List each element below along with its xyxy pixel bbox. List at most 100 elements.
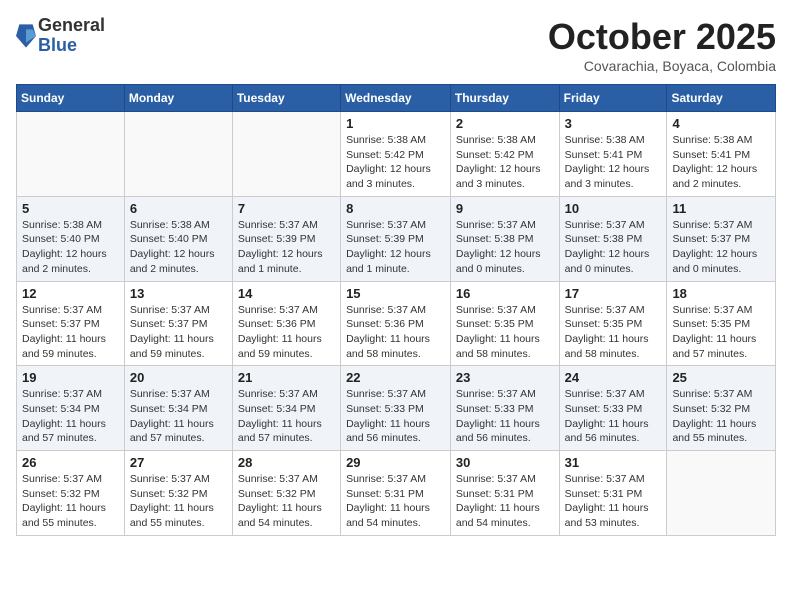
day-number: 9 — [456, 201, 554, 216]
logo: General Blue — [16, 16, 105, 56]
weekday-friday: Friday — [559, 85, 667, 112]
logo-icon — [16, 22, 36, 50]
calendar-cell: 3 Sunrise: 5:38 AM Sunset: 5:41 PM Daylig… — [559, 112, 667, 197]
day-number: 1 — [346, 116, 445, 131]
day-number: 17 — [565, 286, 662, 301]
calendar-cell: 7Sunrise: 5:37 AM Sunset: 5:39 PM Daylig… — [232, 196, 340, 281]
calendar-cell: 16 Sunrise: 5:37 AM Sunset: 5:35 PM Dayli… — [450, 281, 559, 366]
day-info: Sunrise: 5:38 AM Sunset: 5:42 PM Dayligh… — [456, 133, 554, 192]
calendar-cell: 11 Sunrise: 5:37 AM Sunset: 5:37 PM Dayli… — [667, 196, 776, 281]
calendar-cell: 21 Sunrise: 5:37 AM Sunset: 5:34 PM Dayli… — [232, 366, 340, 451]
day-number: 28 — [238, 455, 335, 470]
day-info: Sunrise: 5:37 AM Sunset: 5:32 PM Dayligh… — [130, 472, 227, 531]
day-info: Sunrise: 5:37 AM Sunset: 5:36 PM Dayligh… — [238, 303, 335, 362]
day-info: Sunrise: 5:37 AM Sunset: 5:33 PM Dayligh… — [346, 387, 445, 446]
month-title: October 2025 — [548, 16, 776, 58]
calendar-cell: 25 Sunrise: 5:37 AM Sunset: 5:32 PM Dayli… — [667, 366, 776, 451]
calendar-cell: 15 Sunrise: 5:37 AM Sunset: 5:36 PM Dayli… — [341, 281, 451, 366]
weekday-saturday: Saturday — [667, 85, 776, 112]
page-header: General Blue October 2025 Covarachia, Bo… — [16, 16, 776, 74]
calendar-cell: 31 Sunrise: 5:37 AM Sunset: 5:31 PM Dayli… — [559, 451, 667, 536]
day-number: 13 — [130, 286, 227, 301]
day-number: 2 — [456, 116, 554, 131]
day-info: Sunrise: 5:37 AM Sunset: 5:32 PM Dayligh… — [672, 387, 770, 446]
weekday-header-row: SundayMondayTuesdayWednesdayThursdayFrid… — [17, 85, 776, 112]
day-info: Sunrise: 5:37 AM Sunset: 5:31 PM Dayligh… — [456, 472, 554, 531]
day-number: 14 — [238, 286, 335, 301]
day-number: 22 — [346, 370, 445, 385]
weekday-thursday: Thursday — [450, 85, 559, 112]
calendar-cell: 26Sunrise: 5:37 AM Sunset: 5:32 PM Dayli… — [17, 451, 125, 536]
weekday-wednesday: Wednesday — [341, 85, 451, 112]
day-number: 26 — [22, 455, 119, 470]
day-number: 11 — [672, 201, 770, 216]
day-info: Sunrise: 5:38 AM Sunset: 5:41 PM Dayligh… — [672, 133, 770, 192]
calendar-cell — [232, 112, 340, 197]
day-number: 18 — [672, 286, 770, 301]
day-number: 20 — [130, 370, 227, 385]
calendar-cell: 12 Sunrise: 5:37 AM Sunset: 5:37 PM Dayli… — [17, 281, 125, 366]
day-number: 25 — [672, 370, 770, 385]
day-info: Sunrise: 5:37 AM Sunset: 5:35 PM Dayligh… — [565, 303, 662, 362]
calendar-cell: 9 Sunrise: 5:37 AM Sunset: 5:38 PM Daylig… — [450, 196, 559, 281]
day-number: 30 — [456, 455, 554, 470]
day-info: Sunrise: 5:37 AM Sunset: 5:31 PM Dayligh… — [565, 472, 662, 531]
day-number: 3 — [565, 116, 662, 131]
calendar-cell: 23 Sunrise: 5:37 AM Sunset: 5:33 PM Dayli… — [450, 366, 559, 451]
day-info: Sunrise: 5:37 AM Sunset: 5:31 PM Dayligh… — [346, 472, 445, 531]
day-number: 21 — [238, 370, 335, 385]
day-number: 10 — [565, 201, 662, 216]
day-number: 16 — [456, 286, 554, 301]
day-info: Sunrise: 5:37 AM Sunset: 5:35 PM Dayligh… — [672, 303, 770, 362]
day-number: 5 — [22, 201, 119, 216]
day-info: Sunrise: 5:37 AM Sunset: 5:33 PM Dayligh… — [456, 387, 554, 446]
weekday-tuesday: Tuesday — [232, 85, 340, 112]
day-info: Sunrise: 5:38 AM Sunset: 5:40 PM Dayligh… — [22, 218, 119, 277]
calendar-cell: 14 Sunrise: 5:37 AM Sunset: 5:36 PM Dayli… — [232, 281, 340, 366]
day-info: Sunrise: 5:38 AM Sunset: 5:41 PM Dayligh… — [565, 133, 662, 192]
calendar-table: SundayMondayTuesdayWednesdayThursdayFrid… — [16, 84, 776, 536]
calendar-week-1: 5 Sunrise: 5:38 AM Sunset: 5:40 PM Daylig… — [17, 196, 776, 281]
day-info: Sunrise: 5:37 AM Sunset: 5:35 PM Dayligh… — [456, 303, 554, 362]
logo-general: General — [38, 16, 105, 36]
calendar-week-3: 19Sunrise: 5:37 AM Sunset: 5:34 PM Dayli… — [17, 366, 776, 451]
calendar-cell: 19Sunrise: 5:37 AM Sunset: 5:34 PM Dayli… — [17, 366, 125, 451]
title-block: October 2025 Covarachia, Boyaca, Colombi… — [548, 16, 776, 74]
day-number: 24 — [565, 370, 662, 385]
day-info: Sunrise: 5:37 AM Sunset: 5:34 PM Dayligh… — [22, 387, 119, 446]
location-subtitle: Covarachia, Boyaca, Colombia — [548, 58, 776, 74]
calendar-cell: 6Sunrise: 5:38 AM Sunset: 5:40 PM Daylig… — [124, 196, 232, 281]
calendar-cell: 5 Sunrise: 5:38 AM Sunset: 5:40 PM Daylig… — [17, 196, 125, 281]
calendar-cell: 17 Sunrise: 5:37 AM Sunset: 5:35 PM Dayli… — [559, 281, 667, 366]
day-number: 15 — [346, 286, 445, 301]
calendar-cell — [17, 112, 125, 197]
calendar-cell: 18 Sunrise: 5:37 AM Sunset: 5:35 PM Dayli… — [667, 281, 776, 366]
calendar-cell — [124, 112, 232, 197]
day-number: 31 — [565, 455, 662, 470]
logo-blue: Blue — [38, 36, 105, 56]
day-number: 27 — [130, 455, 227, 470]
weekday-monday: Monday — [124, 85, 232, 112]
calendar-cell: 10 Sunrise: 5:37 AM Sunset: 5:38 PM Dayli… — [559, 196, 667, 281]
day-number: 12 — [22, 286, 119, 301]
calendar-cell: 27 Sunrise: 5:37 AM Sunset: 5:32 PM Dayli… — [124, 451, 232, 536]
day-info: Sunrise: 5:37 AM Sunset: 5:37 PM Dayligh… — [672, 218, 770, 277]
calendar-cell: 20 Sunrise: 5:37 AM Sunset: 5:34 PM Dayli… — [124, 366, 232, 451]
calendar-week-0: 1 Sunrise: 5:38 AM Sunset: 5:42 PM Daylig… — [17, 112, 776, 197]
day-info: Sunrise: 5:37 AM Sunset: 5:34 PM Dayligh… — [130, 387, 227, 446]
calendar-body: 1 Sunrise: 5:38 AM Sunset: 5:42 PM Daylig… — [17, 112, 776, 536]
calendar-cell: 13Sunrise: 5:37 AM Sunset: 5:37 PM Dayli… — [124, 281, 232, 366]
day-info: Sunrise: 5:37 AM Sunset: 5:39 PM Dayligh… — [346, 218, 445, 277]
day-info: Sunrise: 5:37 AM Sunset: 5:36 PM Dayligh… — [346, 303, 445, 362]
day-number: 23 — [456, 370, 554, 385]
day-info: Sunrise: 5:37 AM Sunset: 5:38 PM Dayligh… — [565, 218, 662, 277]
day-info: Sunrise: 5:37 AM Sunset: 5:39 PM Dayligh… — [238, 218, 335, 277]
day-info: Sunrise: 5:37 AM Sunset: 5:37 PM Dayligh… — [22, 303, 119, 362]
calendar-week-4: 26 Sunrise: 5:37 AM Sunset: 5:32 PM Dayli… — [17, 451, 776, 536]
day-info: Sunrise: 5:37 AM Sunset: 5:34 PM Dayligh… — [238, 387, 335, 446]
calendar-cell: 1Sunrise: 5:38 AM Sunset: 5:42 PM Daylig… — [341, 112, 451, 197]
day-info: Sunrise: 5:37 AM Sunset: 5:38 PM Dayligh… — [456, 218, 554, 277]
day-info: Sunrise: 5:37 AM Sunset: 5:33 PM Dayligh… — [565, 387, 662, 446]
day-number: 8 — [346, 201, 445, 216]
day-info: Sunrise: 5:38 AM Sunset: 5:40 PM Dayligh… — [130, 218, 227, 277]
